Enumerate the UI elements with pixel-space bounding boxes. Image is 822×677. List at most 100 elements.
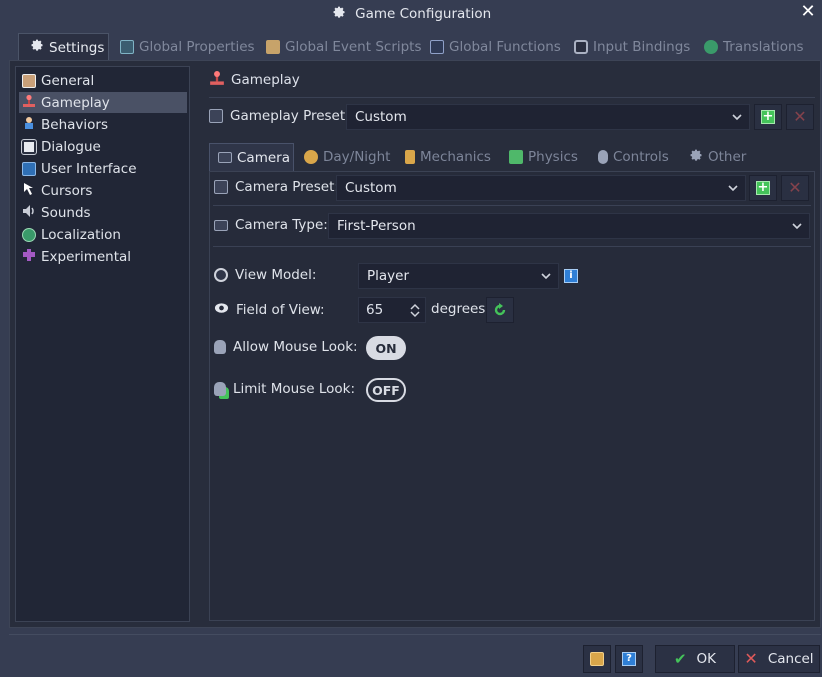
remove-camera-preset-button[interactable]: ✕ <box>781 175 809 201</box>
sidebar-item-user-interface[interactable]: User Interface <box>19 158 187 179</box>
tab-label: Translations <box>723 39 804 55</box>
help-button[interactable]: ? <box>615 645 643 673</box>
plus-icon: + <box>761 109 775 124</box>
camera-preset-label: Camera Preset: <box>235 179 339 195</box>
sidebar-item-experimental[interactable]: Experimental <box>19 246 187 267</box>
sidebar-item-label: Behaviors <box>41 116 108 133</box>
field-of-view-spinbox[interactable]: 65 <box>358 297 426 323</box>
gameplay-preset-value: Custom <box>355 109 407 125</box>
sidebar-item-label: Dialogue <box>41 138 101 155</box>
camera-type-value: First-Person <box>337 218 416 234</box>
divider <box>213 205 811 206</box>
mouse-icon <box>598 150 608 164</box>
allow-mouse-look-toggle[interactable]: ON <box>366 336 406 360</box>
general-icon <box>22 73 36 88</box>
tab-global-event-scripts[interactable]: Global Event Scripts <box>256 33 432 61</box>
sidebar-item-cursors[interactable]: Cursors <box>19 180 187 201</box>
window-title: Game Configuration <box>0 5 822 24</box>
check-icon: ✔ <box>673 650 687 668</box>
cancel-label: Cancel <box>767 651 814 667</box>
field-of-view-label-row: Field of View: <box>214 301 325 319</box>
gameplay-preset-dropdown[interactable]: Custom <box>346 104 750 130</box>
tab-camera[interactable]: Camera <box>209 143 294 171</box>
toggle-state: ON <box>375 340 397 356</box>
tab-physics[interactable]: Physics <box>501 143 586 171</box>
section-title: Gameplay <box>231 72 300 88</box>
folder-icon <box>590 652 604 666</box>
tab-input-bindings[interactable]: Input Bindings <box>564 33 700 61</box>
eye-icon <box>214 301 229 319</box>
sidebar-item-label: Localization <box>41 226 121 243</box>
unit-label: degrees <box>431 301 486 317</box>
function-icon <box>430 40 444 54</box>
remove-gameplay-preset-button[interactable]: ✕ <box>786 104 814 130</box>
close-icon[interactable]: ✕ <box>798 2 818 22</box>
close-icon: ✕ <box>793 107 807 126</box>
help-icon: ? <box>622 652 636 666</box>
reset-icon <box>494 303 506 316</box>
gameplay-preset-label: Gameplay Preset: <box>230 108 350 124</box>
limit-mouse-look-toggle[interactable]: OFF <box>366 378 406 402</box>
plus-icon: + <box>756 180 770 195</box>
tab-other[interactable]: Other <box>680 143 754 171</box>
tab-controls[interactable]: Controls <box>590 143 677 171</box>
view-model-label-row: View Model: <box>214 267 316 283</box>
camera-type-label-row: Camera Type: <box>214 217 328 233</box>
ok-button[interactable]: ✔ OK <box>655 645 735 673</box>
user-interface-icon <box>22 161 36 176</box>
close-icon: ✕ <box>744 649 758 668</box>
cursor-icon <box>22 182 36 200</box>
tab-global-properties[interactable]: Global Properties <box>110 33 265 61</box>
sidebar-item-label: User Interface <box>41 160 137 177</box>
experimental-icon <box>22 248 36 266</box>
view-model-dropdown[interactable]: Player <box>358 263 559 289</box>
gear-icon <box>331 5 346 24</box>
sidebar-item-localization[interactable]: Localization <box>19 224 187 245</box>
tab-mechanics[interactable]: Mechanics <box>397 143 499 171</box>
sidebar-item-general[interactable]: General <box>19 70 187 91</box>
divider <box>209 97 815 98</box>
tab-translations[interactable]: Translations <box>694 33 814 61</box>
tab-label: Settings <box>49 39 105 56</box>
chevron-down-icon <box>732 114 742 121</box>
stepper-arrows-icon[interactable] <box>410 303 420 318</box>
sidebar-item-sounds[interactable]: Sounds <box>19 202 187 223</box>
sidebar-item-gameplay[interactable]: Gameplay <box>19 92 187 113</box>
divider <box>213 246 811 247</box>
sidebar-item-label: Gameplay <box>41 94 110 111</box>
footer-divider <box>9 634 821 635</box>
tab-settings[interactable]: Settings <box>18 33 109 61</box>
sidebar-item-label: General <box>41 72 95 89</box>
gameplay-preset-label-row: Gameplay Preset: <box>209 108 350 124</box>
preset-list-icon <box>214 180 228 194</box>
input-icon <box>574 40 588 54</box>
tab-global-functions[interactable]: Global Functions <box>420 33 571 61</box>
sidebar-item-label: Sounds <box>41 204 91 221</box>
tab-day-night[interactable]: Day/Night <box>296 143 398 171</box>
add-gameplay-preset-button[interactable]: + <box>754 104 782 130</box>
sidebar-item-label: Cursors <box>41 182 93 199</box>
limit-mouse-look-label: Limit Mouse Look: <box>233 381 356 397</box>
add-camera-preset-button[interactable]: + <box>749 175 777 201</box>
reset-field-of-view-button[interactable] <box>486 297 514 323</box>
field-of-view-label: Field of View: <box>236 302 325 318</box>
camera-icon <box>218 152 232 163</box>
allow-mouse-look-label: Allow Mouse Look: <box>233 339 358 355</box>
cancel-button[interactable]: ✕ Cancel <box>738 645 820 673</box>
chevron-down-icon <box>728 185 738 192</box>
tab-label: Global Event Scripts <box>285 39 422 55</box>
sidebar-item-behaviors[interactable]: Behaviors <box>19 114 187 135</box>
field-of-view-unit: degrees <box>431 301 485 317</box>
physics-icon <box>509 150 523 164</box>
joystick-icon <box>209 70 225 90</box>
tab-label: Controls <box>613 149 669 165</box>
open-folder-button[interactable] <box>583 645 611 673</box>
info-icon[interactable]: i <box>564 269 578 283</box>
camera-type-dropdown[interactable]: First-Person <box>328 213 810 239</box>
gear-icon <box>688 148 703 167</box>
ok-label: OK <box>696 651 717 667</box>
camera-preset-dropdown[interactable]: Custom <box>336 175 746 201</box>
sidebar-item-dialogue[interactable]: Dialogue <box>19 136 187 157</box>
joystick-icon <box>22 94 36 112</box>
gear-icon <box>29 38 44 57</box>
